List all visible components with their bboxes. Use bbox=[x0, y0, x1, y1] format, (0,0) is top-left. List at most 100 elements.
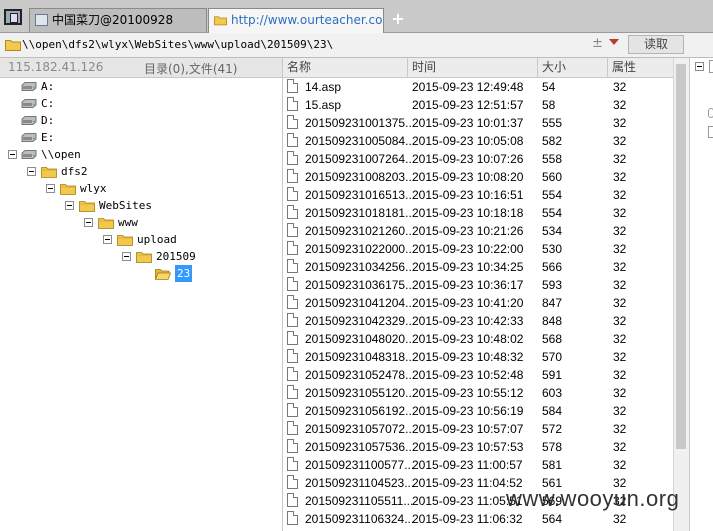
collapse-icon[interactable] bbox=[122, 252, 131, 261]
table-row[interactable]: 201509231041204... 2015-09-23 10:41:20 847… bbox=[283, 294, 673, 312]
file-attr: 32 bbox=[613, 98, 627, 112]
tree-node[interactable]: E: bbox=[0, 129, 280, 146]
tree-node[interactable]: \\open bbox=[0, 146, 280, 163]
table-row[interactable]: 201509231005084... 2015-09-23 10:05:08 582… bbox=[283, 132, 673, 150]
history-icon[interactable]: ± bbox=[592, 36, 603, 51]
read-button[interactable]: 读取 bbox=[628, 35, 684, 54]
file-icon bbox=[287, 169, 298, 183]
table-row[interactable]: 201509231106324... 2015-09-23 11:06:32 564… bbox=[283, 510, 673, 528]
file-attr: 32 bbox=[613, 332, 627, 346]
table-row[interactable]: 201509231008203... 2015-09-23 10:08:20 560… bbox=[283, 168, 673, 186]
file-attr: 32 bbox=[613, 152, 627, 166]
table-row[interactable]: 201509231057536... 2015-09-23 10:57:53 578… bbox=[283, 438, 673, 456]
table-row[interactable]: 201509231022000... 2015-09-23 10:22:00 530… bbox=[283, 240, 673, 258]
folder-icon bbox=[136, 252, 152, 263]
triangle-down-icon[interactable] bbox=[609, 39, 619, 45]
tree-node[interactable]: D: bbox=[0, 112, 280, 129]
folder-icon bbox=[60, 184, 76, 195]
tab-url[interactable]: http://www.ourteacher.com.c... bbox=[208, 8, 384, 33]
collapse-icon[interactable] bbox=[103, 235, 112, 244]
collapse-icon[interactable] bbox=[65, 201, 74, 210]
directory-tree-pane: 115.182.41.126 目录(0),文件(41) A: C: D: E: \\op… bbox=[0, 58, 283, 531]
scroll-thumb[interactable] bbox=[676, 64, 686, 449]
file-icon bbox=[287, 295, 298, 309]
file-attr: 32 bbox=[613, 422, 627, 436]
file-icon bbox=[287, 403, 298, 417]
file-name: 201509231105511... bbox=[305, 494, 414, 508]
collapse-icon[interactable] bbox=[8, 150, 17, 159]
file-time: 2015-09-23 10:52:48 bbox=[412, 368, 524, 382]
tree-node[interactable]: wlyx bbox=[0, 180, 280, 197]
collapse-icon[interactable] bbox=[695, 62, 704, 71]
tree-node[interactable]: A: bbox=[0, 78, 280, 95]
column-size[interactable]: 大小 bbox=[537, 58, 607, 77]
table-row[interactable]: 201509231018181... 2015-09-23 10:18:18 554… bbox=[283, 204, 673, 222]
file-time: 2015-09-23 10:55:12 bbox=[412, 386, 524, 400]
file-size: 581 bbox=[542, 458, 563, 472]
table-row[interactable]: 201509231042329... 2015-09-23 10:42:33 848… bbox=[283, 312, 673, 330]
file-attr: 32 bbox=[613, 350, 627, 364]
tree-node[interactable]: 201509 bbox=[0, 248, 280, 265]
tree-node[interactable]: WebSites bbox=[0, 197, 280, 214]
tree-node[interactable]: www bbox=[0, 214, 280, 231]
file-time: 2015-09-23 10:05:08 bbox=[412, 134, 524, 148]
column-time[interactable]: 时间 bbox=[407, 58, 537, 77]
table-row[interactable]: 15.asp 2015-09-23 12:51:57 58 32 bbox=[283, 96, 673, 114]
tree-node-label: wlyx bbox=[80, 182, 107, 195]
tree-node[interactable]: C: bbox=[0, 95, 280, 112]
table-row[interactable]: 201509231016513... 2015-09-23 10:16:51 554… bbox=[283, 186, 673, 204]
column-name[interactable]: 名称 bbox=[283, 58, 407, 77]
new-tab-button[interactable]: + bbox=[390, 10, 406, 28]
file-list-pane: 名称 时间 大小 属性 14.asp 2015-09-23 12:49:48 54 3… bbox=[283, 58, 673, 531]
file-size: 847 bbox=[542, 296, 563, 310]
tree-node[interactable]: 23 bbox=[0, 265, 280, 282]
tree-node-label: WebSites bbox=[99, 199, 152, 212]
table-row[interactable]: 201509231048020... 2015-09-23 10:48:02 568… bbox=[283, 330, 673, 348]
panel-mark bbox=[708, 126, 713, 138]
file-attr: 32 bbox=[613, 512, 627, 526]
tab-caidao[interactable]: 中国菜刀@20100928 bbox=[29, 8, 207, 32]
table-row[interactable]: 201509231055120... 2015-09-23 10:55:12 603… bbox=[283, 384, 673, 402]
table-row[interactable]: 201509231056192... 2015-09-23 10:56:19 584… bbox=[283, 402, 673, 420]
app-window-icon[interactable] bbox=[4, 9, 22, 25]
table-row[interactable]: 201509231057072... 2015-09-23 10:57:07 572… bbox=[283, 420, 673, 438]
folder-icon bbox=[41, 167, 57, 178]
tree-node[interactable]: dfs2 bbox=[0, 163, 280, 180]
table-row[interactable]: 201509231001375... 2015-09-23 10:01:37 555… bbox=[283, 114, 673, 132]
collapse-icon[interactable] bbox=[46, 184, 55, 193]
folder-open-icon bbox=[155, 269, 171, 280]
file-size: 584 bbox=[542, 404, 563, 418]
vertical-scrollbar[interactable] bbox=[673, 58, 689, 531]
file-attr: 32 bbox=[613, 368, 627, 382]
panel-mark bbox=[708, 108, 713, 118]
tree-node[interactable]: upload bbox=[0, 231, 280, 248]
table-row[interactable]: 201509231052478... 2015-09-23 10:52:48 591… bbox=[283, 366, 673, 384]
file-size: 568 bbox=[542, 332, 563, 346]
table-row[interactable]: 201509231036175... 2015-09-23 10:36:17 593… bbox=[283, 276, 673, 294]
table-row[interactable]: 14.asp 2015-09-23 12:49:48 54 32 bbox=[283, 78, 673, 96]
file-attr: 32 bbox=[613, 134, 627, 148]
file-time: 2015-09-23 10:41:20 bbox=[412, 296, 524, 310]
file-size: 564 bbox=[542, 512, 563, 526]
table-row[interactable]: 201509231034256... 2015-09-23 10:34:25 566… bbox=[283, 258, 673, 276]
table-row[interactable]: 201509231048318... 2015-09-23 10:48:32 570… bbox=[283, 348, 673, 366]
tree-node-label: C: bbox=[41, 97, 55, 110]
file-icon bbox=[287, 223, 298, 237]
folder-icon bbox=[5, 40, 21, 51]
collapse-icon[interactable] bbox=[27, 167, 36, 176]
file-list-header: 名称 时间 大小 属性 bbox=[283, 58, 673, 78]
table-row[interactable]: 201509231007264... 2015-09-23 10:07:26 558… bbox=[283, 150, 673, 168]
table-row[interactable]: 201509231021260... 2015-09-23 10:21:26 534… bbox=[283, 222, 673, 240]
collapse-icon[interactable] bbox=[84, 218, 93, 227]
file-icon bbox=[287, 511, 298, 525]
file-name: 201509231016513... bbox=[305, 188, 416, 202]
path-input[interactable] bbox=[22, 36, 582, 53]
file-time: 2015-09-23 10:42:33 bbox=[412, 314, 524, 328]
drive-icon bbox=[21, 150, 37, 159]
file-size: 554 bbox=[542, 188, 563, 202]
file-time: 2015-09-23 10:48:32 bbox=[412, 350, 524, 364]
file-name: 201509231042329... bbox=[305, 314, 416, 328]
tree-node-label: D: bbox=[41, 114, 55, 127]
table-row[interactable]: 201509231100577... 2015-09-23 11:00:57 581… bbox=[283, 456, 673, 474]
column-attr[interactable]: 属性 bbox=[607, 58, 673, 77]
